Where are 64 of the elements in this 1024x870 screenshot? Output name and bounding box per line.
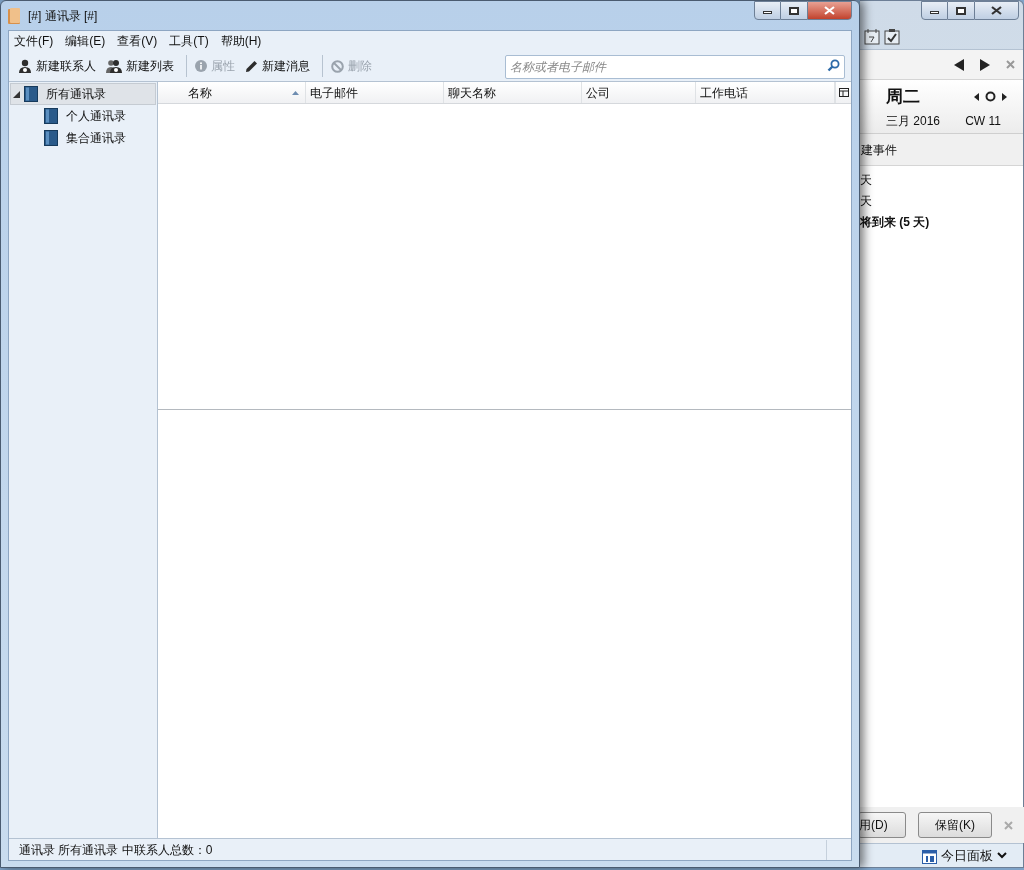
maximize-icon — [789, 6, 799, 15]
close-button[interactable] — [974, 1, 1019, 20]
tree-item[interactable]: 集合通讯录 — [10, 127, 156, 149]
toolbar-button[interactable]: 新建列表 — [103, 54, 177, 78]
new-event-link[interactable]: 建事件 — [860, 140, 897, 159]
close-icon — [824, 6, 835, 15]
status-text: 通讯录 所有通讯录 中联系人总数：0 — [19, 841, 214, 859]
book-icon — [44, 108, 58, 124]
column-header[interactable]: 电子邮件 — [306, 82, 444, 103]
menu-item[interactable]: 编辑(E) — [65, 32, 106, 50]
next-day-icon[interactable] — [1002, 92, 1007, 101]
event-group[interactable]: 将到来 (5 天) — [860, 211, 1023, 232]
close-icon[interactable] — [1006, 60, 1015, 69]
calendar-icon[interactable] — [864, 27, 880, 45]
menu-item[interactable]: 文件(F) — [14, 32, 54, 50]
menu-item[interactable]: 查看(V) — [117, 32, 158, 50]
minimize-icon — [763, 11, 772, 14]
previous-day-icon[interactable] — [974, 92, 979, 101]
book-icon — [44, 130, 58, 146]
column-header[interactable]: 公司 — [582, 82, 696, 103]
column-header[interactable]: 工作电话 — [696, 82, 835, 103]
week-number: CW 11 — [965, 112, 1001, 130]
toolbar-button[interactable]: 新建消息 — [242, 54, 313, 78]
dialog-button[interactable]: 保留(K) — [918, 812, 992, 838]
close-icon — [991, 6, 1002, 15]
menu-item[interactable]: 工具(T) — [169, 32, 209, 50]
info-icon — [195, 60, 207, 72]
person-add-icon — [18, 59, 32, 73]
people-add-icon — [106, 59, 122, 73]
search-icon — [827, 59, 840, 72]
minimize-button[interactable] — [754, 1, 781, 20]
maximize-button[interactable] — [948, 1, 974, 20]
weekday: 周二 — [886, 86, 920, 108]
maximize-icon — [956, 6, 966, 15]
expand-arrow-icon[interactable] — [13, 90, 20, 98]
column-picker-icon — [838, 88, 849, 97]
menu-item[interactable]: 帮助(H) — [220, 32, 262, 50]
event-group[interactable]: 天 — [860, 169, 1023, 190]
tree-item[interactable]: 所有通讯录 — [10, 83, 156, 105]
calendar-icon — [922, 847, 937, 864]
tree-item[interactable]: 个人通讯录 — [10, 105, 156, 127]
book-icon — [8, 8, 20, 24]
search-field[interactable]: 名称或者电子邮件 — [505, 55, 845, 79]
maximize-button[interactable] — [781, 1, 807, 20]
minimize-icon — [930, 11, 939, 14]
previous-icon[interactable] — [954, 58, 964, 71]
column-header[interactable]: 聊天名称 — [444, 82, 582, 103]
pencil-icon — [245, 59, 258, 73]
column-picker-button[interactable] — [835, 82, 851, 103]
next-icon[interactable] — [980, 58, 990, 71]
minimize-button[interactable] — [921, 1, 948, 20]
dialog-button[interactable]: 用(D) — [858, 812, 906, 838]
month-year: 三月 2016 — [886, 112, 941, 130]
book-icon — [24, 86, 38, 102]
today-icon[interactable] — [985, 91, 996, 103]
tasks-icon[interactable] — [884, 27, 900, 45]
event-group[interactable]: 天 — [860, 190, 1023, 211]
chevron-down-icon — [997, 852, 1007, 859]
toolbar-button[interactable]: 新建联系人 — [15, 54, 99, 78]
block-icon — [331, 59, 344, 73]
window-title: [#] 通讯录 [#] — [28, 8, 98, 25]
close-button[interactable] — [807, 1, 852, 20]
sort-ascending-icon — [292, 90, 299, 95]
column-header[interactable]: 名称 — [158, 82, 306, 103]
